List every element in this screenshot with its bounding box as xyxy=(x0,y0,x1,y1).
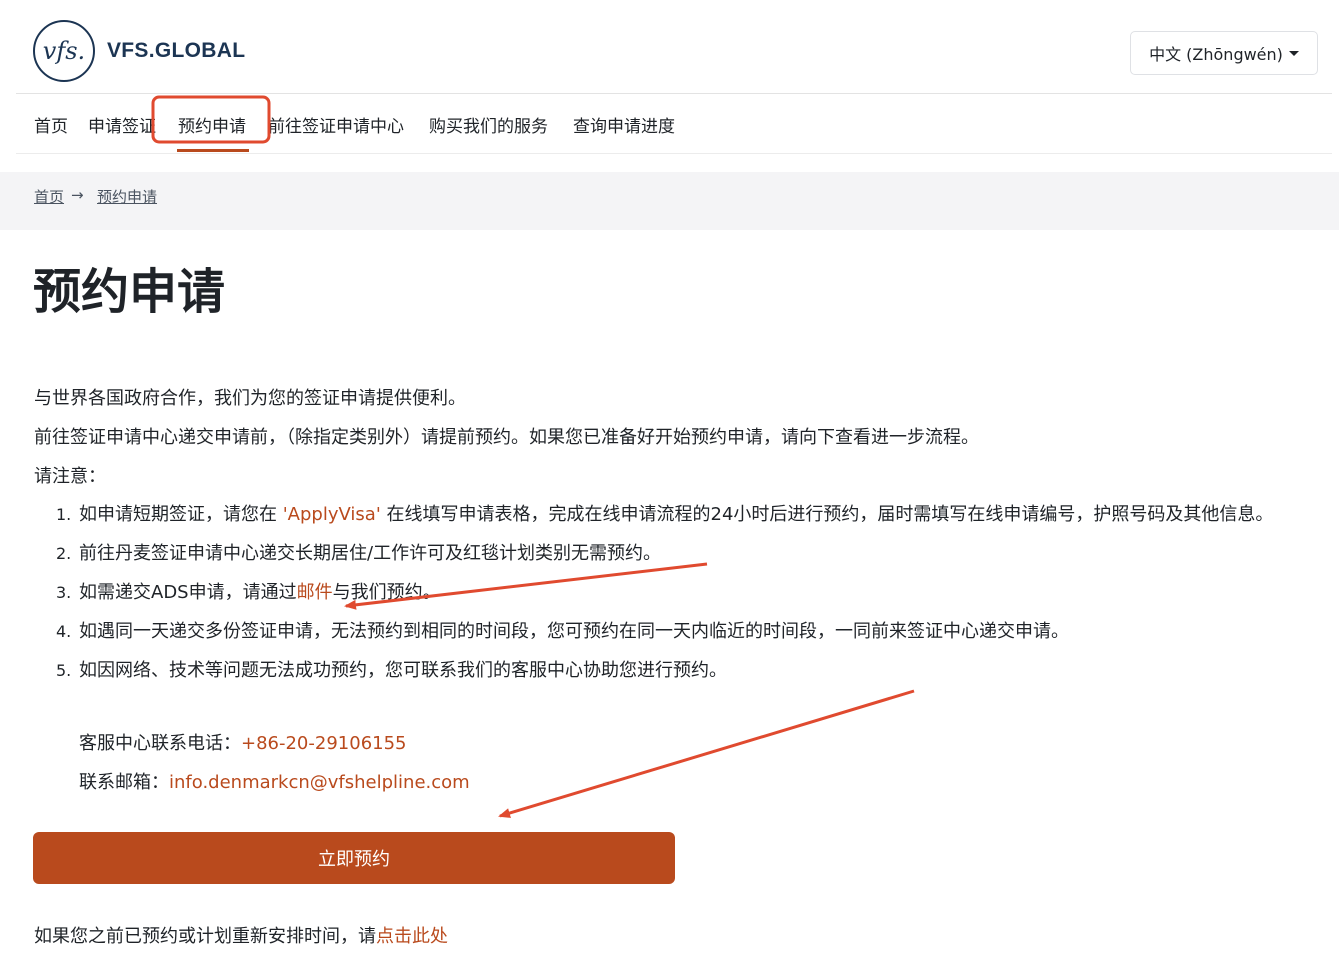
list-number: 3. xyxy=(56,583,72,602)
note-label: 请注意： xyxy=(34,466,106,487)
applyvisa-link[interactable]: 'ApplyVisa' xyxy=(283,504,381,525)
email-address-link[interactable]: info.denmarkcn@vfshelpline.com xyxy=(169,772,470,793)
breadcrumb-current[interactable]: 预约申请 xyxy=(97,186,157,207)
email-link[interactable]: 邮件 xyxy=(297,582,333,603)
nav-divider xyxy=(16,153,1332,154)
intro-line-1: 与世界各国政府合作，我们为您的签证申请提供便利。 xyxy=(34,388,466,409)
nav-item-visit-centre[interactable]: 前往签证申请中心 xyxy=(268,112,404,137)
logo-text: VFS.GLOBAL xyxy=(107,39,246,62)
language-label: 中文 (Zhōngwén) xyxy=(1149,45,1283,64)
annotation-arrow xyxy=(498,689,915,818)
logo-mark: vfs. xyxy=(33,20,95,82)
list-number: 2. xyxy=(56,544,72,563)
list-text: 如需递交ADS申请，请通过 xyxy=(79,582,297,603)
phone-label: 客服中心联系电话： xyxy=(79,733,241,754)
list-text: 前往丹麦签证申请中心递交长期居住/工作许可及红毯计划类别无需预约。 xyxy=(79,543,662,564)
nav-item-apply-visa[interactable]: 申请签证 xyxy=(88,112,156,137)
list-number: 4. xyxy=(56,622,72,641)
breadcrumb: 首页 → 预约申请 xyxy=(0,172,1339,230)
list-item: 5. 如因网络、技术等问题无法成功预约，您可联系我们的客服中心协助您进行预约。 xyxy=(56,656,1316,686)
notes-list: 1. 如申请短期签证，请您在 'ApplyVisa' 在线填写申请表格，完成在线… xyxy=(56,500,1316,695)
caret-down-icon xyxy=(1288,50,1299,56)
list-item: 1. 如申请短期签证，请您在 'ApplyVisa' 在线填写申请表格，完成在线… xyxy=(56,500,1316,530)
reschedule-row: 如果您之前已预约或计划重新安排时间，请点击此处 xyxy=(34,922,448,948)
list-text: 与我们预约。 xyxy=(332,582,441,603)
list-number: 5. xyxy=(56,661,72,680)
click-here-link[interactable]: 点击此处 xyxy=(376,926,448,947)
phone-link[interactable]: +86-20-29106155 xyxy=(241,733,407,754)
list-text: 如遇同一天递交多份签证申请，无法预约到相同的时间段，您可预约在同一天内临近的时间… xyxy=(79,621,1069,642)
nav-item-book-appointment[interactable]: 预约申请 xyxy=(178,112,246,137)
book-now-button[interactable]: 立即预约 xyxy=(33,832,675,884)
intro-line-2: 前往签证申请中心递交申请前，（除指定类别外）请提前预约。如果您已准备好开始预约申… xyxy=(34,427,979,448)
main-nav: 首页 申请签证 预约申请 前往签证申请中心 购买我们的服务 查询申请进度 xyxy=(16,94,1332,153)
nav-item-buy-services[interactable]: 购买我们的服务 xyxy=(429,112,548,137)
list-text: 如因网络、技术等问题无法成功预约，您可联系我们的客服中心协助您进行预约。 xyxy=(79,660,727,681)
list-item: 3. 如需递交ADS申请，请通过邮件与我们预约。 xyxy=(56,578,1316,608)
phone-row: 客服中心联系电话：+86-20-29106155 xyxy=(79,729,407,755)
list-item: 2. 前往丹麦签证申请中心递交长期居住/工作许可及红毯计划类别无需预约。 xyxy=(56,539,1316,569)
email-row: 联系邮箱：info.denmarkcn@vfshelpline.com xyxy=(79,768,470,794)
language-selector[interactable]: 中文 (Zhōngwén) xyxy=(1130,31,1318,75)
breadcrumb-home[interactable]: 首页 xyxy=(34,186,64,207)
nav-item-track-application[interactable]: 查询申请进度 xyxy=(573,112,675,137)
header: vfs. VFS.GLOBAL 中文 (Zhōngwén) xyxy=(0,0,1339,94)
active-tab-indicator xyxy=(177,149,249,152)
arrow-right-icon: → xyxy=(71,186,84,204)
page-title: 预约申请 xyxy=(33,264,226,320)
reschedule-text: 如果您之前已预约或计划重新安排时间，请 xyxy=(34,926,376,947)
vfs-logo[interactable]: vfs. VFS.GLOBAL xyxy=(33,20,245,82)
list-item: 4. 如遇同一天递交多份签证申请，无法预约到相同的时间段，您可预约在同一天内临近… xyxy=(56,617,1316,647)
list-text: 在线填写申请表格，完成在线申请流程的24小时后进行预约，届时需填写在线申请编号，… xyxy=(380,504,1274,525)
list-number: 1. xyxy=(56,505,72,524)
list-text: 如申请短期签证，请您在 xyxy=(79,504,283,525)
email-label: 联系邮箱： xyxy=(79,772,169,793)
nav-item-home[interactable]: 首页 xyxy=(34,112,68,137)
